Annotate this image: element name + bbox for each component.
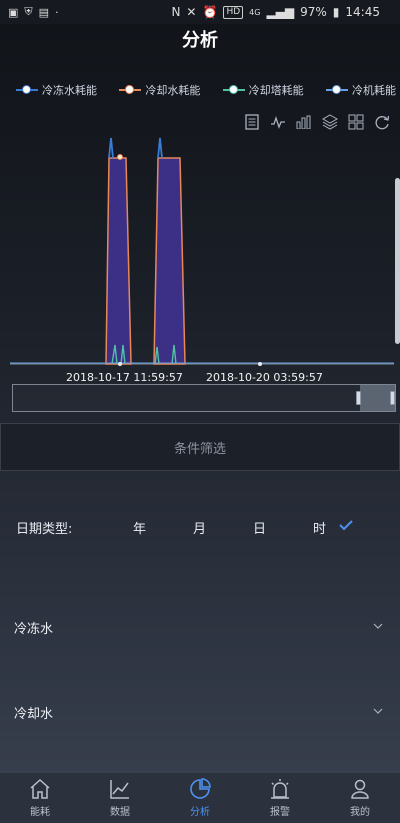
tab-label: 分析: [190, 807, 210, 818]
alarm-icon: [271, 779, 289, 799]
file-icon: ▤: [38, 5, 50, 19]
zoom-handle-left[interactable]: [356, 391, 361, 405]
hd-badge: HD: [223, 5, 244, 19]
tab-profile[interactable]: 我的: [320, 773, 400, 823]
x-axis-tick-start: 2018-10-17 11:59:57: [66, 371, 183, 384]
energy-chart[interactable]: [0, 128, 400, 373]
scrollbar-thumb[interactable]: [395, 178, 400, 344]
check-icon: [339, 520, 353, 531]
bottom-tab-bar: 能耗 数据 分析 报警 我的: [0, 772, 400, 823]
signal-icon: ▂▄▆: [266, 5, 295, 19]
tab-data[interactable]: 数据: [80, 773, 160, 823]
cooling-water-area-1: [105, 157, 132, 365]
data-zoom-slider[interactable]: [12, 384, 396, 412]
legend-marker-icon: [16, 84, 38, 96]
legend-marker-icon: [119, 84, 142, 96]
tab-label: 能耗: [30, 807, 50, 818]
alarm-clock-icon: ⏰: [202, 5, 218, 19]
legend-item-cooling-tower[interactable]: 冷却塔耗能: [222, 82, 304, 98]
legend-item-chiller[interactable]: 冷机耗能: [325, 82, 396, 98]
chart-legend: 冷冻水耗能 冷却水耗能 冷却塔耗能 冷机耗能: [16, 82, 396, 98]
tooltip-point[interactable]: [117, 154, 123, 160]
page-title: 分析: [182, 30, 218, 51]
section-cooling-water[interactable]: 冷却水: [0, 697, 400, 727]
date-option-hour[interactable]: 时: [313, 518, 326, 537]
legend-label: 冷冻水耗能: [42, 84, 97, 97]
tab-label: 报警: [270, 807, 290, 818]
legend-item-cooling-water[interactable]: 冷却水耗能: [119, 82, 200, 98]
tab-energy[interactable]: 能耗: [0, 773, 80, 823]
notification-icons: ▣ ⛨ ▤ ·: [0, 5, 59, 19]
section-label: 冷冻水: [14, 622, 54, 637]
tab-analysis[interactable]: 分析: [160, 773, 240, 823]
axis-point-end: [258, 362, 262, 366]
system-icons: N ✕ ⏰ HD 4G ▂▄▆ 97% ▮ 14:45: [171, 5, 400, 19]
chilled-water-spike-2: [157, 137, 163, 159]
section-label: 冷却水: [14, 707, 54, 722]
gallery-icon: ▣: [8, 5, 19, 19]
filter-conditions-button[interactable]: 条件筛选: [0, 423, 400, 471]
user-icon: [351, 779, 369, 799]
mute-icon: ✕: [186, 5, 197, 19]
legend-label: 冷机耗能: [351, 84, 396, 97]
date-type-label: 日期类型:: [16, 522, 73, 537]
legend-item-chilled-water[interactable]: 冷冻水耗能: [16, 82, 97, 98]
legend-label: 冷却塔耗能: [248, 84, 304, 97]
tab-label: 我的: [350, 807, 370, 818]
home-icon: [30, 778, 50, 799]
pie-chart-icon: [190, 778, 211, 799]
tab-alarm[interactable]: 报警: [240, 773, 320, 823]
battery-percent: 97%: [300, 5, 327, 19]
date-type-row: 日期类型: 年 月 日 时: [0, 510, 400, 540]
dot-icon: ·: [55, 5, 59, 19]
legend-label: 冷却水耗能: [145, 84, 201, 97]
legend-marker-icon: [222, 84, 245, 96]
x-axis-tick-end: 2018-10-20 03:59:57: [206, 371, 323, 384]
date-option-month[interactable]: 月: [193, 518, 206, 537]
cooling-water-area-2: [153, 157, 186, 365]
chevron-down-icon: [373, 708, 383, 714]
chilled-water-spike-1: [108, 137, 114, 159]
section-chilled-water[interactable]: 冷冻水: [0, 612, 400, 642]
zoom-handle-right[interactable]: [390, 391, 395, 405]
status-bar: ▣ ⛨ ▤ · N ✕ ⏰ HD 4G ▂▄▆ 97% ▮ 14:45: [0, 0, 400, 24]
axis-point-start: [118, 362, 122, 366]
legend-marker-icon: [325, 84, 348, 96]
date-option-year[interactable]: 年: [133, 518, 146, 537]
shield-icon: ⛨: [24, 5, 33, 18]
chevron-down-icon: [373, 623, 383, 629]
nfc-icon: N: [171, 5, 181, 19]
tab-label: 数据: [110, 807, 130, 818]
battery-icon: ▮: [332, 5, 340, 19]
clock: 14:45: [345, 5, 380, 19]
chart-line-icon: [110, 780, 129, 799]
date-option-day[interactable]: 日: [253, 518, 266, 537]
network-label: 4G: [249, 7, 261, 17]
